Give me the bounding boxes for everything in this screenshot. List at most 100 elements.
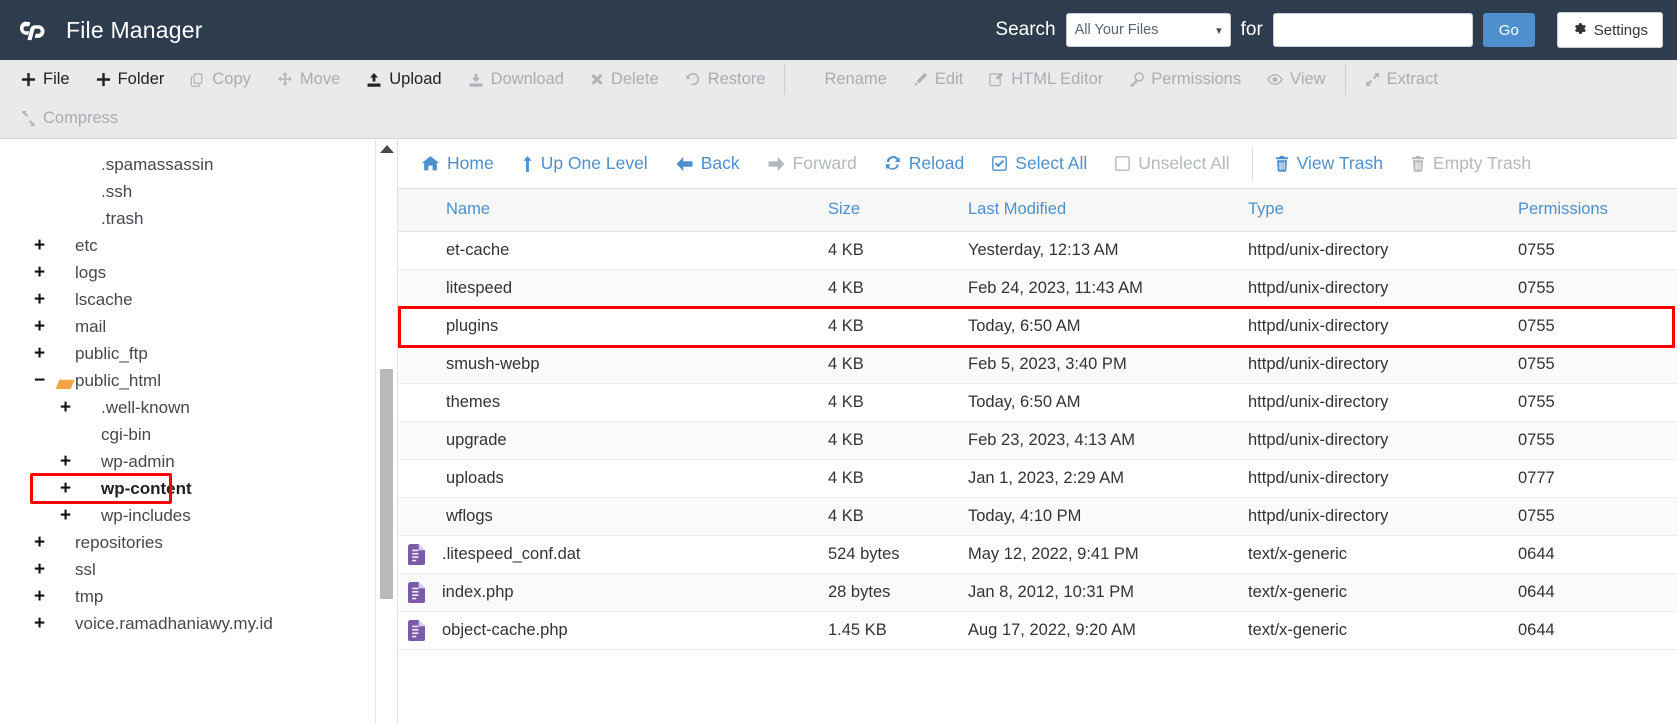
tree-item-repositories[interactable]: + repositories <box>34 529 375 556</box>
toolbar-separator <box>784 64 786 95</box>
nav-button-reload[interactable]: Reload <box>871 154 978 173</box>
expand-plus-icon[interactable]: + <box>34 560 53 579</box>
column-header-type[interactable]: Type <box>1248 189 1518 232</box>
expand-plus-icon[interactable]: + <box>34 263 53 282</box>
file-name[interactable]: wflogs <box>446 507 493 526</box>
nav-button-label: Unselect All <box>1138 152 1230 173</box>
cell-name: et-cache <box>398 231 828 270</box>
scrollbar-thumb[interactable] <box>380 369 393 599</box>
expand-plus-icon[interactable]: + <box>34 344 53 363</box>
tree-item-mail[interactable]: + mail <box>34 313 375 340</box>
table-row[interactable]: themes 4 KB Today, 6:50 AM httpd/unix-direc… <box>398 383 1677 422</box>
expand-plus-icon[interactable]: + <box>34 614 53 633</box>
toolbar-button-folder[interactable]: Folder <box>83 63 178 96</box>
expand-plus-icon[interactable]: + <box>60 479 79 498</box>
main-panel-scrollbar[interactable] <box>376 139 398 723</box>
table-row[interactable]: smush-webp 4 KB Feb 5, 2023, 3:40 PM httpd/… <box>398 345 1677 384</box>
folder-icon <box>79 156 101 173</box>
collapse-minus-icon[interactable]: − <box>34 371 53 390</box>
file-name[interactable]: upgrade <box>446 431 507 450</box>
cell-type: httpd/unix-directory <box>1248 383 1518 422</box>
tree-item-lscache[interactable]: + lscache <box>34 286 375 313</box>
file-name[interactable]: smush-webp <box>446 355 540 374</box>
expand-plus-icon[interactable]: + <box>60 506 79 525</box>
search-scope-select[interactable]: All Your Files ▾ <box>1065 13 1231 47</box>
toolbar-button-copy: Copy <box>177 63 264 96</box>
go-button[interactable]: Go <box>1482 13 1535 47</box>
tree-item-wp-includes[interactable]: + wp-includes <box>34 502 375 529</box>
tree-item-trash[interactable]: +.trash <box>34 205 375 232</box>
cell-last-modified: Today, 6:50 AM <box>968 307 1248 346</box>
file-name[interactable]: uploads <box>446 469 504 488</box>
expand-plus-icon[interactable]: + <box>34 587 53 606</box>
search-label: Search <box>995 19 1056 40</box>
nav-button-unselect-all: Unselect All <box>1101 152 1243 173</box>
nav-button-label: Forward <box>792 152 857 173</box>
expand-plus-icon[interactable]: + <box>60 398 79 417</box>
nav-button-empty-trash: Empty Trash <box>1397 154 1545 173</box>
folder-icon <box>408 318 430 335</box>
nav-button-back[interactable]: Back <box>662 154 754 173</box>
table-row[interactable]: .litespeed_conf.dat 524 bytes May 12, 2022… <box>398 535 1677 574</box>
file-name[interactable]: plugins <box>446 317 498 336</box>
expand-plus-icon[interactable]: + <box>34 290 53 309</box>
file-name[interactable]: et-cache <box>446 241 509 260</box>
folder-icon <box>408 280 430 297</box>
expand-plus-icon[interactable]: + <box>34 236 53 255</box>
column-header-size[interactable]: Size <box>828 189 968 232</box>
tree-item-wp-admin[interactable]: + wp-admin <box>34 448 375 475</box>
tree-item-cgi-bin[interactable]: +cgi-bin <box>34 421 375 448</box>
tree-item-logs[interactable]: + logs <box>34 259 375 286</box>
cell-name: wflogs <box>398 497 828 536</box>
toolbar-button-file[interactable]: File <box>8 63 83 96</box>
scroll-up-arrow-icon[interactable] <box>380 145 394 153</box>
table-row[interactable]: index.php 28 bytes Jan 8, 2012, 10:31 PM te… <box>398 573 1677 612</box>
tree-item-etc[interactable]: + etc <box>34 232 375 259</box>
expand-plus-icon[interactable]: + <box>34 533 53 552</box>
tree-item-voice-ramadhaniawy-my-id[interactable]: + voice.ramadhaniawy.my.id <box>34 610 375 637</box>
table-row[interactable]: plugins 4 KB Today, 6:50 AM httpd/unix-dire… <box>398 307 1677 346</box>
table-row[interactable]: uploads 4 KB Jan 1, 2023, 2:29 AM httpd/uni… <box>398 459 1677 498</box>
tree-item-partial[interactable]: + <box>34 141 375 151</box>
toolbar-button-label: Download <box>490 70 564 89</box>
table-row[interactable]: litespeed 4 KB Feb 24, 2023, 11:43 AM httpd… <box>398 269 1677 308</box>
toolbar-button-label: Folder <box>117 70 165 89</box>
tree-item-well-known[interactable]: + .well-known <box>34 394 375 421</box>
file-name[interactable]: .litespeed_conf.dat <box>442 545 581 564</box>
toolbar-button-html-editor: HTML Editor <box>976 63 1116 96</box>
tree-item-ssh[interactable]: +.ssh <box>34 178 375 205</box>
nav-button-home[interactable]: Home <box>408 154 508 173</box>
file-name[interactable]: index.php <box>442 583 514 602</box>
move-arrows-icon <box>277 71 293 88</box>
cell-type: httpd/unix-directory <box>1248 421 1518 460</box>
expand-plus-icon[interactable]: + <box>60 452 79 471</box>
tree-item-wp-content[interactable]: + wp-content <box>34 475 375 502</box>
expand-plus-icon[interactable]: + <box>34 317 53 336</box>
table-row[interactable]: wflogs 4 KB Today, 4:10 PM httpd/unix-direc… <box>398 497 1677 536</box>
search-input[interactable] <box>1272 13 1473 47</box>
toolbar-row-primary: File Folder Copy Move Upload Download Delete Re… <box>8 60 1669 99</box>
table-row[interactable]: object-cache.php 1.45 KB Aug 17, 2022, 9:2… <box>398 611 1677 650</box>
file-name[interactable]: object-cache.php <box>442 621 568 640</box>
nav-button-select-all[interactable]: Select All <box>978 154 1101 173</box>
tree-item-label: cgi-bin <box>101 425 152 444</box>
file-name[interactable]: themes <box>446 393 500 412</box>
table-row[interactable]: upgrade 4 KB Feb 23, 2023, 4:13 AM httpd/un… <box>398 421 1677 460</box>
tree-item-tmp[interactable]: + tmp <box>34 583 375 610</box>
toolbar-button-upload[interactable]: Upload <box>353 63 454 96</box>
extract-arrows-icon <box>1365 72 1380 87</box>
column-header-name[interactable]: Name <box>398 189 828 232</box>
nav-button-view-trash[interactable]: View Trash <box>1261 154 1397 173</box>
tree-item-public-html[interactable]: − public_html <box>34 367 375 394</box>
file-name[interactable]: litespeed <box>446 279 512 298</box>
tree-item-spamassassin[interactable]: +.spamassassin <box>34 151 375 178</box>
tree-item-public-ftp[interactable]: + public_ftp <box>34 340 375 367</box>
nav-button-up-one-level[interactable]: Up One Level <box>508 154 662 173</box>
column-header-last-modified[interactable]: Last Modified <box>968 189 1248 232</box>
cell-type: httpd/unix-directory <box>1248 345 1518 384</box>
table-row[interactable]: et-cache 4 KB Yesterday, 12:13 AM httpd/uni… <box>398 231 1677 270</box>
settings-button[interactable]: Settings <box>1556 12 1663 48</box>
column-header-permissions[interactable]: Permissions <box>1518 189 1677 232</box>
toolbar-button-view: View <box>1254 63 1338 96</box>
tree-item-ssl[interactable]: + ssl <box>34 556 375 583</box>
